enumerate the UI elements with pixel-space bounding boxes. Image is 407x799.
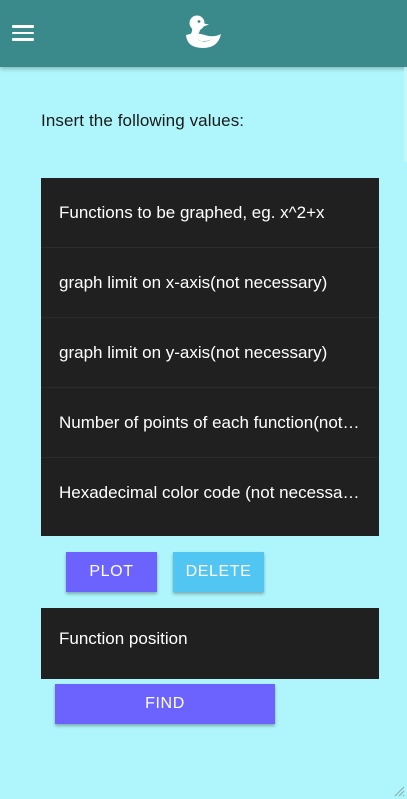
find-form (41, 608, 379, 679)
delete-button[interactable]: DELETE (173, 552, 264, 592)
function-position-input[interactable] (59, 608, 361, 669)
hamburger-menu-icon[interactable] (12, 25, 34, 41)
function-form (41, 178, 379, 536)
intro-text: Insert the following values: (41, 111, 245, 130)
position-field-wrap (41, 608, 379, 679)
color-field-wrap (41, 458, 379, 528)
function-input[interactable] (59, 178, 361, 248)
points-input[interactable] (59, 388, 361, 458)
duck-logo-icon (186, 15, 221, 48)
x-limit-input[interactable] (59, 248, 361, 318)
color-input[interactable] (59, 458, 361, 528)
resize-grip-icon[interactable] (393, 785, 405, 797)
y-limit-input[interactable] (59, 318, 361, 388)
function-field-wrap (41, 178, 379, 248)
x-limit-field-wrap (41, 248, 379, 318)
plot-button[interactable]: PLOT (66, 552, 157, 592)
app-bar (0, 0, 407, 67)
y-limit-field-wrap (41, 318, 379, 388)
find-button[interactable]: FIND (55, 684, 275, 724)
points-field-wrap (41, 388, 379, 458)
